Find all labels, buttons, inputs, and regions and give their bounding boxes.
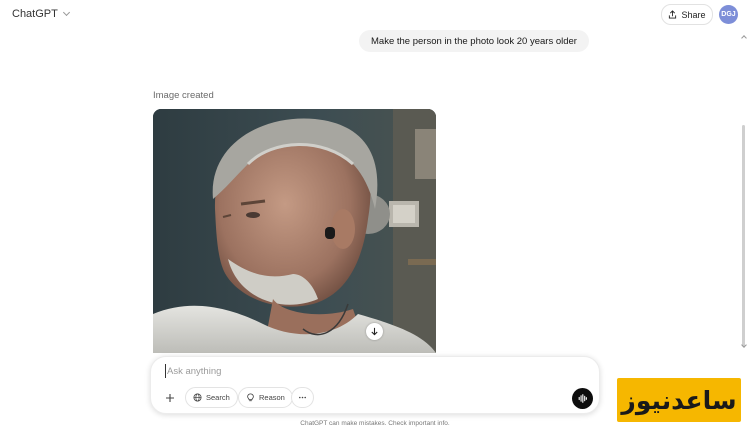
voice-mode-button[interactable] — [572, 388, 593, 409]
scroll-up-icon[interactable] — [741, 35, 747, 41]
lightbulb-icon — [247, 393, 254, 402]
watermark-logo: ساعدنیوز — [617, 378, 741, 422]
more-tools-button[interactable] — [291, 387, 314, 408]
prompt-input[interactable] — [165, 364, 565, 378]
user-message-bubble: Make the person in the photo look 20 yea… — [359, 30, 589, 52]
voice-mode-icon — [578, 394, 587, 403]
scrollbar-thumb[interactable] — [742, 125, 745, 347]
share-label: Share — [681, 9, 706, 20]
aged-man-portrait — [153, 109, 436, 353]
plus-icon — [166, 394, 174, 402]
globe-icon — [193, 393, 202, 402]
watermark-text: ساعدنیوز — [621, 385, 737, 415]
reason-tool-button[interactable]: Reason — [238, 387, 293, 408]
scroll-down-icon[interactable] — [741, 342, 747, 348]
share-icon — [669, 10, 677, 19]
avatar[interactable]: DGJ — [719, 5, 738, 24]
model-name: ChatGPT — [12, 8, 58, 20]
ellipsis-icon — [298, 396, 307, 399]
chevron-down-icon — [62, 8, 70, 17]
top-bar: ChatGPT Share DGJ — [0, 0, 750, 30]
arrow-down-icon — [371, 327, 378, 336]
download-button[interactable] — [366, 323, 383, 340]
composer: Search Reason — [150, 356, 600, 414]
reason-tool-label: Reason — [259, 393, 285, 402]
image-caption: Image created — [153, 90, 214, 101]
generated-image[interactable] — [153, 109, 436, 353]
share-button[interactable]: Share — [661, 4, 713, 25]
search-tool-label: Search — [206, 393, 230, 402]
model-selector[interactable]: ChatGPT — [12, 8, 70, 20]
add-attachment-button[interactable] — [161, 389, 179, 407]
search-tool-button[interactable]: Search — [185, 387, 238, 408]
